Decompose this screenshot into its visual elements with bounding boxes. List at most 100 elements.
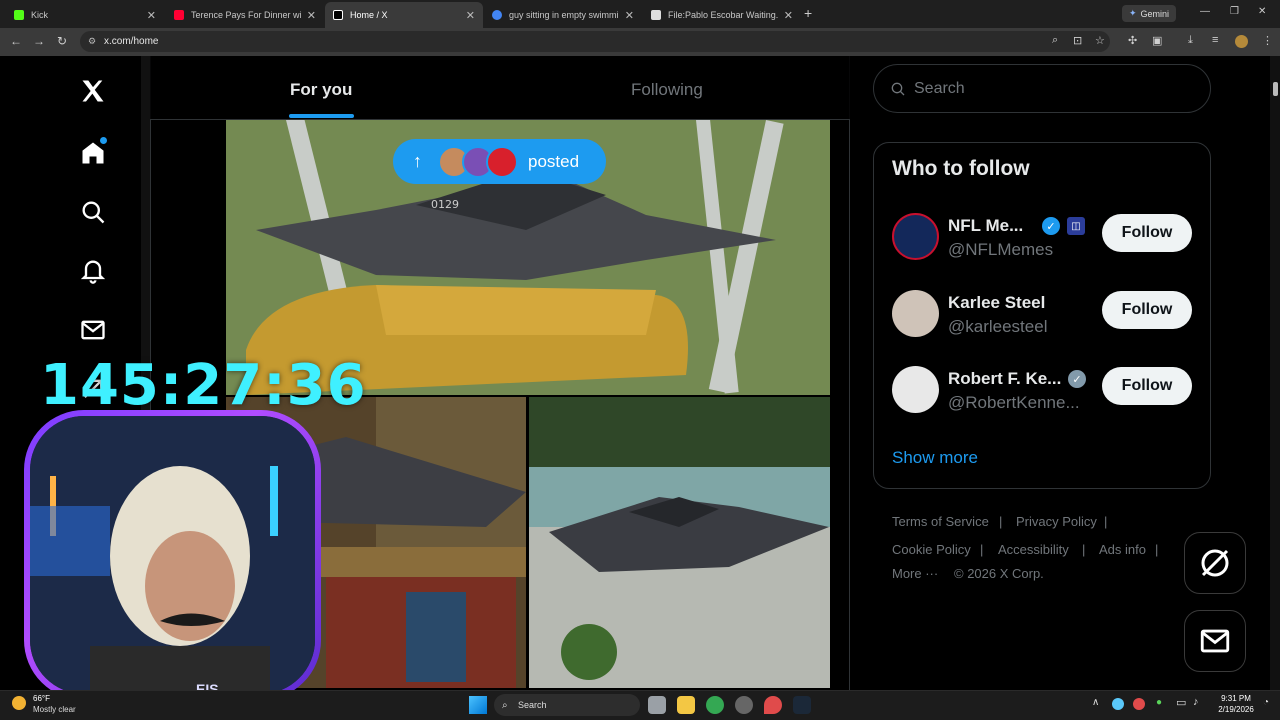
search-input[interactable]: Search <box>873 64 1211 113</box>
footer-ads-link[interactable]: Ads info <box>1099 542 1146 557</box>
sparkle-icon: ✦ <box>1128 8 1137 18</box>
maps-icon[interactable] <box>764 696 782 714</box>
tab-title: guy sitting in empty swimming <box>509 10 619 20</box>
close-window-icon[interactable]: ✕ <box>1258 6 1266 17</box>
search-icon[interactable] <box>75 194 111 230</box>
tab-following[interactable]: Following <box>631 80 703 100</box>
verified-badge-icon: ✓ <box>1068 370 1086 388</box>
follow-suggestion[interactable]: NFL Me... ✓ ◫ @NFLMemes Follow <box>892 213 1192 263</box>
x-logo-icon <box>333 10 343 20</box>
account-handle: @RobertKenne... <box>948 393 1080 412</box>
footer-terms-link[interactable]: Terms of Service <box>892 514 989 529</box>
post-image[interactable] <box>529 397 830 688</box>
who-to-follow-title: Who to follow <box>892 157 1030 180</box>
messages-button[interactable] <box>1184 610 1246 672</box>
bookmark-star-icon[interactable]: ☆ <box>1095 34 1105 47</box>
show-more-link[interactable]: Show more <box>892 448 978 468</box>
tab-kick[interactable]: Kick ✕ <box>6 2 164 28</box>
close-icon[interactable]: ✕ <box>784 9 793 22</box>
verified-badge-icon: ✓ <box>1042 217 1060 235</box>
taskbar-search[interactable]: ⌕ Search <box>494 694 640 716</box>
tab-google[interactable]: guy sitting in empty swimming ✕ <box>484 2 642 28</box>
avatar[interactable] <box>892 366 939 413</box>
back-icon[interactable]: ← <box>10 34 22 48</box>
zoom-icon[interactable]: ⌕ <box>1052 34 1058 47</box>
footer-more-link[interactable]: More ··· <box>892 566 938 581</box>
page-scrollbar[interactable] <box>1270 56 1280 690</box>
weather-desc[interactable]: Mostly clear <box>33 705 76 714</box>
google-icon <box>492 10 502 20</box>
weather-temp[interactable]: 66°F <box>33 694 50 703</box>
mail-icon[interactable] <box>75 312 111 348</box>
install-icon[interactable]: ⊡ <box>1073 34 1082 47</box>
follow-button[interactable]: Follow <box>1102 291 1192 329</box>
tab-wikimedia[interactable]: File:Pablo Escobar Waiting.jpg ✕ <box>643 2 801 28</box>
chrome-icon[interactable] <box>706 696 724 714</box>
taskbar-clock[interactable]: 9:31 PM 2/19/2026 <box>1214 693 1258 715</box>
follow-suggestion[interactable]: Robert F. Ke... ✓ @RobertKenne... Follow <box>892 366 1192 416</box>
forward-icon[interactable]: → <box>33 34 45 48</box>
affiliate-badge-icon: ◫ <box>1067 217 1085 235</box>
feed-divider <box>849 56 850 690</box>
tray-app-icon[interactable] <box>1133 698 1145 710</box>
sidepanel-icon[interactable]: ▣ <box>1152 34 1162 47</box>
close-icon[interactable]: ✕ <box>466 9 475 22</box>
search-icon: ⌕ <box>502 699 508 711</box>
account-name[interactable]: Robert F. Ke... <box>948 369 1061 389</box>
menu-kebab-icon[interactable]: ⋮ <box>1262 34 1273 47</box>
tray-chevron-icon[interactable]: ∧ <box>1092 697 1099 708</box>
account-name[interactable]: Karlee Steel <box>948 293 1045 313</box>
extensions-icon[interactable]: ✣ <box>1128 34 1137 47</box>
avatar[interactable] <box>892 213 939 260</box>
microphone-icon[interactable]: ● <box>1156 697 1162 708</box>
scrollbar-thumb[interactable] <box>1273 82 1278 96</box>
media-icon[interactable]: ≡ <box>1212 34 1218 46</box>
close-icon[interactable]: ✕ <box>625 9 634 22</box>
restore-icon[interactable]: ❐ <box>1230 6 1239 17</box>
download-icon[interactable]: ⤓ <box>1188 34 1193 47</box>
profile-avatar[interactable] <box>1235 35 1248 48</box>
follow-suggestion[interactable]: Karlee Steel @karleesteel Follow <box>892 290 1192 340</box>
tray-app-icon[interactable] <box>1112 698 1124 710</box>
windows-taskbar <box>0 690 1280 720</box>
site-info-icon[interactable]: ⚙ <box>88 36 96 47</box>
task-view-icon[interactable] <box>648 696 666 714</box>
follow-button[interactable]: Follow <box>1102 367 1192 405</box>
new-tab-icon[interactable]: + <box>804 5 812 21</box>
tab-for-you[interactable]: For you <box>290 80 352 100</box>
tab-youtube[interactable]: Terence Pays For Dinner with Sp ✕ <box>166 2 324 28</box>
footer-accessibility-link[interactable]: Accessibility <box>998 542 1069 557</box>
file-explorer-icon[interactable] <box>677 696 695 714</box>
volume-icon[interactable]: ♪ <box>1193 696 1199 708</box>
bell-icon[interactable] <box>75 253 111 289</box>
footer-privacy-link[interactable]: Privacy Policy <box>1016 514 1097 529</box>
grok-button[interactable] <box>1184 532 1246 594</box>
footer-separator: | <box>980 542 984 557</box>
mail-icon <box>1200 629 1230 653</box>
steam-icon[interactable] <box>793 696 811 714</box>
arrow-up-icon: ↑ <box>413 151 422 171</box>
gemini-label: Gemini <box>1140 8 1170 19</box>
minimize-icon[interactable]: — <box>1200 6 1210 17</box>
gemini-button[interactable]: ✦ Gemini <box>1122 5 1176 22</box>
close-icon[interactable]: ✕ <box>147 9 156 22</box>
footer-separator: | <box>999 514 1003 529</box>
weather-icon[interactable] <box>12 696 26 710</box>
avatar <box>486 145 518 178</box>
follow-button[interactable]: Follow <box>1102 214 1192 252</box>
x-logo-icon[interactable] <box>75 73 111 109</box>
network-icon[interactable]: ▭ <box>1176 696 1186 709</box>
tab-x-home[interactable]: Home / X ✕ <box>325 2 483 28</box>
account-name[interactable]: NFL Me... <box>948 216 1023 236</box>
footer-cookie-link[interactable]: Cookie Policy <box>892 542 971 557</box>
reload-icon[interactable]: ↻ <box>57 34 67 48</box>
close-icon[interactable]: ✕ <box>307 9 316 22</box>
avatar[interactable] <box>892 290 939 337</box>
url-bar[interactable]: ⚙ x.com/home <box>80 31 1110 52</box>
notifications-bell-icon[interactable]: ◔ <box>1263 697 1269 708</box>
start-icon[interactable] <box>469 696 487 714</box>
obs-icon[interactable] <box>735 696 753 714</box>
footer-separator: | <box>1155 542 1159 557</box>
home-icon[interactable] <box>75 135 111 171</box>
new-posts-pill[interactable]: ↑ posted <box>393 139 606 184</box>
